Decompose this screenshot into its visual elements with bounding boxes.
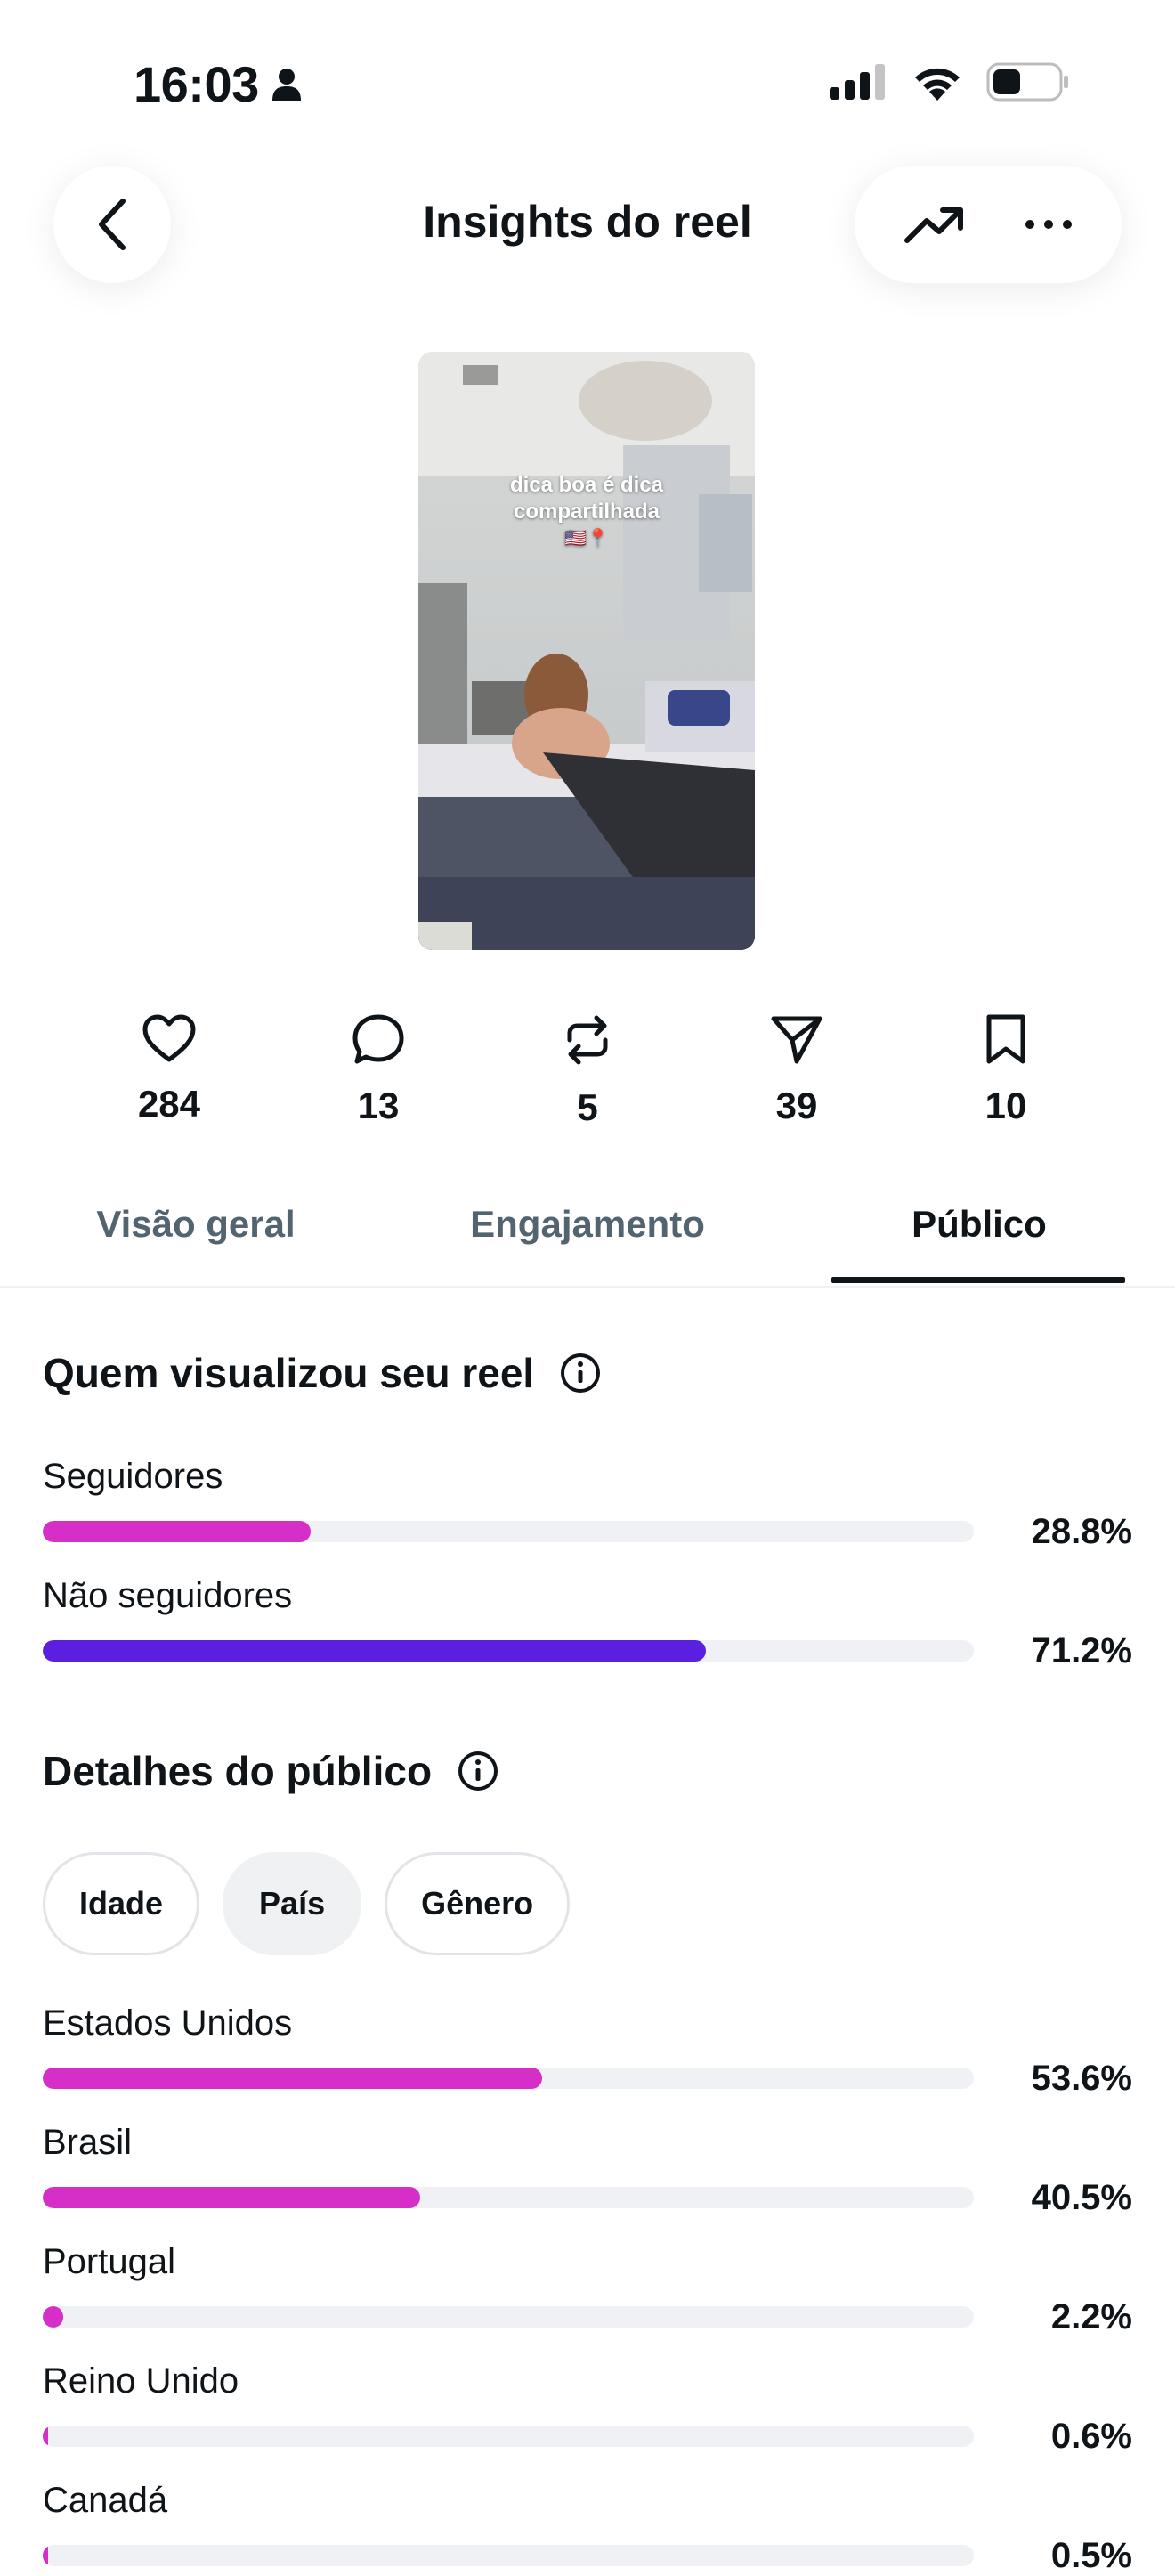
- tab-indicator: [831, 1277, 1125, 1283]
- bookmark-icon: [986, 1014, 1025, 1064]
- reel-caption: dica boa é dica compartilhada 🇺🇸📍: [509, 473, 664, 549]
- bar-track: [43, 1521, 974, 1542]
- bar-value: 71.2%: [1031, 1631, 1132, 1670]
- header-actions: [855, 166, 1122, 283]
- tab-visao-geral[interactable]: Visão geral: [0, 1184, 392, 1284]
- battery-icon: [986, 62, 1068, 102]
- bar-value: 40.5%: [1031, 2178, 1132, 2217]
- comments-count: 13: [357, 1085, 400, 1126]
- share-icon: [771, 1016, 822, 1064]
- likes-count: 284: [137, 1083, 201, 1125]
- more-button[interactable]: [1024, 218, 1074, 231]
- bar-fill: [43, 2068, 542, 2089]
- viewers-section-title: Quem visualizou seu reel: [43, 1349, 602, 1397]
- bar-value: 0.5%: [1050, 2536, 1132, 2575]
- reel-thumbnail[interactable]: dica boa é dica compartilhada 🇺🇸📍: [418, 352, 755, 950]
- bar-value: 2.2%: [1050, 2297, 1132, 2336]
- status-icons: [830, 62, 1070, 102]
- bar-track: [43, 2426, 974, 2447]
- tab-engajamento[interactable]: Engajamento: [392, 1184, 783, 1284]
- comment-icon: [352, 1014, 404, 1064]
- country-label: Reino Unido: [43, 2361, 239, 2401]
- wifi-icon: [915, 68, 960, 101]
- chip-idade[interactable]: Idade: [43, 1852, 200, 1955]
- saves-count: 10: [985, 1085, 1027, 1126]
- bar-fill: [43, 2187, 420, 2208]
- more-horizontal-icon: [1025, 220, 1072, 229]
- likes-stat[interactable]: 284: [98, 1013, 240, 1125]
- person-icon: [271, 68, 301, 101]
- bar-value: 28.8%: [1031, 1512, 1132, 1551]
- audience-filter-chips: Idade País Gênero: [43, 1852, 571, 1955]
- country-label: Estados Unidos: [43, 2003, 293, 2043]
- bar-fill: [43, 1521, 312, 1542]
- comments-stat[interactable]: 13: [307, 1013, 450, 1127]
- bar-track: [43, 2187, 974, 2208]
- trending-up-icon: [904, 207, 963, 243]
- chip-pais[interactable]: País: [223, 1852, 362, 1955]
- cellular-signal-icon: [830, 64, 885, 100]
- bar-label: Não seguidores: [43, 1576, 293, 1615]
- bar-track: [43, 2545, 974, 2566]
- chip-genero[interactable]: Gênero: [385, 1852, 571, 1955]
- repost-icon: [567, 1015, 608, 1065]
- info-icon[interactable]: [559, 1352, 602, 1394]
- bar-fill: [43, 2545, 48, 2566]
- status-time: 16:03: [134, 55, 302, 113]
- bar-fill: [43, 1640, 706, 1662]
- bar-label: Seguidores: [43, 1457, 223, 1496]
- reel-image: [418, 352, 755, 950]
- country-label: Brasil: [43, 2123, 133, 2162]
- shares-stat[interactable]: 39: [725, 1013, 868, 1127]
- trending-button[interactable]: [904, 205, 966, 244]
- country-label: Portugal: [43, 2242, 175, 2281]
- saves-stat[interactable]: 10: [935, 1013, 1077, 1127]
- info-icon[interactable]: [457, 1750, 499, 1792]
- bar-track: [43, 2068, 974, 2089]
- bar-track: [43, 1640, 974, 1662]
- bar-fill: [43, 2306, 63, 2328]
- country-label: Canadá: [43, 2481, 168, 2520]
- engagement-stats: 284 13 5 39 10: [0, 1013, 1175, 1156]
- bar-track: [43, 2306, 974, 2328]
- insights-tabs: Visão geral Engajamento Público: [0, 1184, 1175, 1288]
- tab-publico[interactable]: Público: [783, 1184, 1175, 1284]
- audience-section-title: Detalhes do público: [43, 1747, 499, 1795]
- bar-value: 0.6%: [1050, 2417, 1132, 2456]
- bar-fill: [43, 2426, 49, 2447]
- shares-count: 39: [775, 1085, 818, 1126]
- bar-value: 53.6%: [1031, 2059, 1132, 2098]
- heart-icon: [142, 1014, 196, 1062]
- reposts-stat[interactable]: 5: [516, 1013, 659, 1129]
- reposts-count: 5: [577, 1086, 598, 1128]
